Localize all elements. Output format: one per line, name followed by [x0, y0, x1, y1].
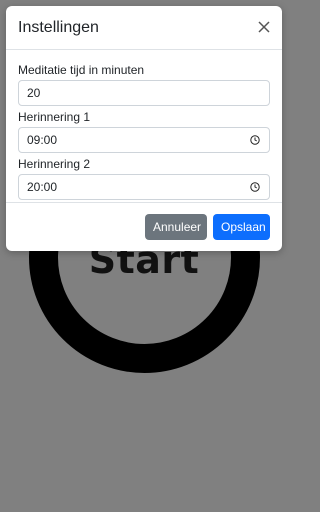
modal-footer: Annuleer Opslaan [6, 202, 282, 251]
cancel-button[interactable]: Annuleer [145, 214, 207, 240]
modal-title: Instellingen [18, 19, 99, 36]
meditation-time-label: Meditatie tijd in minuten [18, 63, 145, 77]
modal-header: Instellingen [6, 6, 282, 50]
reminder-2-value: 20:00 [27, 180, 58, 194]
reminder-1-input[interactable]: 09:00 [18, 127, 270, 153]
close-button[interactable] [256, 19, 272, 35]
save-button[interactable]: Opslaan [213, 214, 270, 240]
reminder-1-value: 09:00 [27, 133, 58, 147]
close-icon [258, 21, 270, 33]
meditation-time-input[interactable]: 20 [18, 80, 270, 106]
clock-icon[interactable] [250, 182, 260, 192]
reminder-2-input[interactable]: 20:00 [18, 174, 270, 200]
modal-body: Meditatie tijd in minuten 20 Herinnering… [18, 63, 270, 204]
clock-icon[interactable] [250, 135, 260, 145]
reminder-2-label: Herinnering 2 [18, 157, 91, 171]
reminder-1-label: Herinnering 1 [18, 110, 91, 124]
settings-modal: Instellingen Meditatie tijd in minuten 2… [6, 6, 282, 251]
meditation-time-value: 20 [27, 86, 41, 100]
